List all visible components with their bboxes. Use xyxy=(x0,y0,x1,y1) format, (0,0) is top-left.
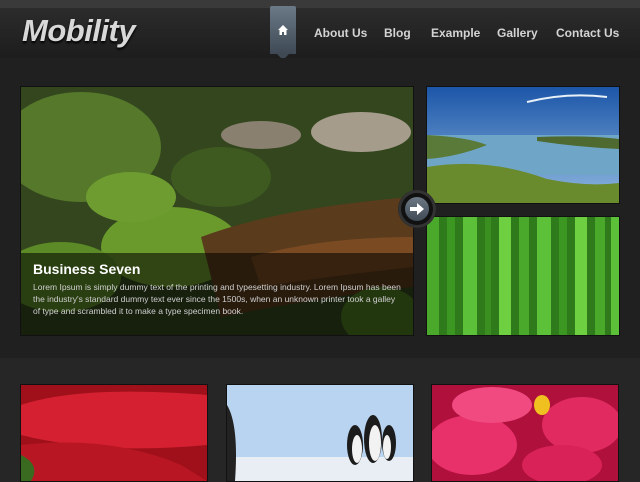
arrow-right-icon xyxy=(410,203,424,215)
pink-flower-image xyxy=(432,385,618,481)
penguins-image xyxy=(227,385,413,481)
gallery-item-penguins[interactable] xyxy=(226,384,414,482)
slide-thumbnail-grass[interactable] xyxy=(426,216,620,336)
slide-title: Business Seven xyxy=(33,261,141,277)
red-leaf-image xyxy=(21,385,207,481)
header-top-strip xyxy=(0,0,640,8)
nav-gallery[interactable]: Gallery xyxy=(497,26,538,40)
nav-about-us[interactable]: About Us xyxy=(314,26,367,40)
slide-thumbnail-coast[interactable] xyxy=(426,86,620,204)
site-logo[interactable]: Mobility xyxy=(22,13,136,49)
gallery-item-pink-flower[interactable] xyxy=(431,384,619,482)
coast-landscape-image xyxy=(427,87,619,203)
slide-caption: Business Seven Lorem Ipsum is simply dum… xyxy=(21,253,413,335)
slider-next-button-face xyxy=(405,197,429,221)
nav-blog[interactable]: Blog xyxy=(384,26,411,40)
site-header: Mobility About Us Blog Example Gallery C… xyxy=(0,0,640,60)
grass-image xyxy=(427,217,619,335)
slide-description: Lorem Ipsum is simply dummy text of the … xyxy=(33,282,401,316)
nav-example[interactable]: Example xyxy=(431,26,480,40)
main-slide-image[interactable]: Business Seven Lorem Ipsum is simply dum… xyxy=(20,86,414,336)
home-icon xyxy=(278,25,288,35)
gallery-item-red-leaf[interactable] xyxy=(20,384,208,482)
nav-home-tab[interactable] xyxy=(270,6,296,60)
nav-contact-us[interactable]: Contact Us xyxy=(556,26,619,40)
slider-next-button[interactable] xyxy=(398,190,436,228)
